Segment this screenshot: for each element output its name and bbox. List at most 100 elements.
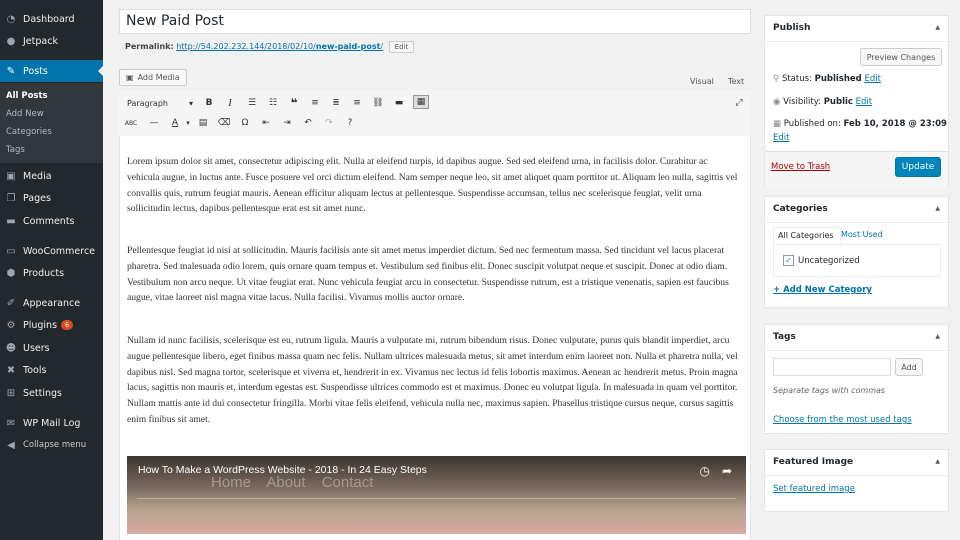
- menu-label: WooCommerce: [23, 245, 96, 257]
- status-edit-link[interactable]: Edit: [864, 74, 880, 84]
- menu-wp-mail-log[interactable]: ✉ WP Mail Log: [0, 412, 103, 434]
- video-title: How To Make a WordPress Website - 2018 -…: [138, 464, 427, 476]
- menu-label: WP Mail Log: [23, 417, 81, 429]
- tags-heading-label: Tags: [773, 332, 796, 342]
- strikethrough-icon[interactable]: ABC: [123, 116, 139, 130]
- menu-appearance[interactable]: ✐ Appearance: [0, 292, 103, 314]
- paragraph-3: Nullam id nunc facilisis, scelerisque es…: [127, 335, 738, 425]
- add-media-button[interactable]: ▣ Add Media: [119, 69, 187, 86]
- collapse-arrow-icon[interactable]: ▲: [935, 333, 940, 340]
- tags-heading[interactable]: Tags ▲: [765, 325, 948, 351]
- editor-content[interactable]: Lorem ipsum dolor sit amet, consectetur …: [119, 136, 751, 540]
- update-button[interactable]: Update: [895, 157, 941, 177]
- bulleted-list-icon[interactable]: ☰: [244, 96, 260, 110]
- submenu-all-posts[interactable]: All Posts: [6, 91, 48, 101]
- tab-all-categories[interactable]: All Categories: [773, 227, 841, 245]
- permalink-edit-button[interactable]: Edit: [388, 41, 415, 53]
- outdent-icon[interactable]: ⇤: [258, 116, 274, 130]
- preview-changes-button[interactable]: Preview Changes: [860, 48, 942, 66]
- set-featured-image-link[interactable]: Set featured image: [773, 484, 855, 494]
- format-select[interactable]: Paragraph ▾: [124, 96, 196, 110]
- permalink-slug: new-paid-post: [315, 42, 381, 51]
- numbered-list-icon[interactable]: ☷: [265, 96, 281, 110]
- category-checkbox[interactable]: ✓: [783, 255, 794, 266]
- category-list: ✓ Uncategorized: [773, 244, 941, 277]
- menu-dashboard[interactable]: ◔ Dashboard: [0, 8, 103, 30]
- toolbar-toggle-icon[interactable]: ▦: [413, 95, 429, 109]
- bold-icon[interactable]: B: [201, 96, 217, 110]
- calendar-icon: ▦: [773, 119, 782, 129]
- video-controls: ◷ ➦: [699, 464, 732, 478]
- categories-heading[interactable]: Categories ▲: [765, 197, 948, 223]
- clock-icon[interactable]: ◷: [699, 464, 709, 478]
- published-edit-link[interactable]: Edit: [773, 133, 789, 143]
- menu-users[interactable]: ☻ Users: [0, 337, 103, 359]
- clear-formatting-icon[interactable]: ⌫: [216, 116, 232, 130]
- align-left-icon[interactable]: ≡: [307, 96, 323, 110]
- permalink-label: Permalink:: [125, 42, 174, 51]
- tab-visual[interactable]: Visual: [690, 77, 714, 86]
- align-center-icon[interactable]: ≣: [328, 96, 344, 110]
- link-icon[interactable]: ⛓: [370, 96, 386, 110]
- post-title-input[interactable]: New Paid Post: [119, 9, 751, 34]
- publish-heading[interactable]: Publish ▲: [765, 16, 948, 42]
- chevron-down-icon[interactable]: ▾: [180, 116, 196, 130]
- permalink-row: Permalink: http://54.202.232.144/2018/02…: [125, 41, 415, 53]
- choose-tags-link[interactable]: Choose from the most used tags: [773, 415, 912, 425]
- menu-label: Plugins: [23, 319, 58, 331]
- featured-image-heading[interactable]: Featured Image ▲: [765, 450, 948, 476]
- menu-label: Media: [23, 170, 52, 182]
- menu-posts[interactable]: ✎ Posts: [0, 60, 103, 82]
- collapse-arrow-icon[interactable]: ▲: [935, 458, 940, 465]
- align-right-icon[interactable]: ≡: [349, 96, 365, 110]
- horizontal-line-icon[interactable]: —: [146, 116, 162, 130]
- tab-text[interactable]: Text: [728, 77, 744, 86]
- undo-icon[interactable]: ↶: [300, 116, 316, 130]
- collapse-arrow-icon[interactable]: ▲: [935, 24, 940, 31]
- italic-icon[interactable]: I: [222, 96, 238, 110]
- menu-label: Products: [23, 267, 65, 279]
- tag-input[interactable]: [773, 358, 891, 376]
- published-value: Feb 10, 2018 @ 23:09: [843, 119, 947, 129]
- categories-heading-label: Categories: [773, 204, 828, 214]
- special-character-icon[interactable]: Ω: [237, 116, 253, 130]
- published-label: Published on:: [783, 119, 841, 129]
- video-ghost-nav: Home About Contact: [211, 474, 374, 491]
- submenu-categories[interactable]: Categories: [6, 127, 52, 137]
- menu-settings[interactable]: ⊞ Settings: [0, 382, 103, 404]
- help-icon[interactable]: ?: [342, 116, 358, 130]
- chevron-down-icon: ▾: [188, 98, 193, 108]
- blockquote-icon[interactable]: ❝: [286, 96, 302, 110]
- share-icon[interactable]: ➦: [722, 464, 732, 478]
- add-tag-button[interactable]: Add: [895, 358, 923, 376]
- embedded-video[interactable]: Home About Contact How To Make a WordPre…: [127, 456, 746, 534]
- indent-icon[interactable]: ⇥: [279, 116, 295, 130]
- menu-products[interactable]: ⬢ Products: [0, 262, 103, 284]
- published-row: ▦ Published on: Feb 10, 2018 @ 23:09: [773, 119, 947, 129]
- menu-tools[interactable]: ✖ Tools: [0, 359, 103, 381]
- paste-text-icon[interactable]: ▤: [195, 116, 211, 130]
- menu-jetpack[interactable]: ● Jetpack: [0, 30, 103, 52]
- menu-label: Dashboard: [23, 13, 75, 25]
- move-to-trash-link[interactable]: Move to Trash: [771, 162, 830, 172]
- menu-collapse[interactable]: ◀ Collapse menu: [0, 434, 103, 456]
- menu-label: Users: [23, 342, 50, 354]
- menu-plugins[interactable]: ⚙ Plugins 6: [0, 314, 103, 336]
- add-new-category-link[interactable]: + Add New Category: [773, 285, 872, 295]
- menu-woocommerce[interactable]: ▭ WooCommerce: [0, 240, 103, 262]
- menu-pages[interactable]: ❐ Pages: [0, 187, 103, 209]
- submenu-tags[interactable]: Tags: [6, 145, 25, 155]
- read-more-icon[interactable]: ▬: [391, 96, 407, 110]
- menu-media[interactable]: ▣ Media: [0, 165, 103, 187]
- video-divider: [137, 498, 736, 499]
- fullscreen-icon[interactable]: ⤢: [731, 96, 747, 110]
- tab-most-used[interactable]: Most Used: [841, 230, 883, 239]
- menu-comments[interactable]: ▬ Comments: [0, 210, 103, 232]
- submenu-add-new[interactable]: Add New: [6, 109, 44, 119]
- media-icon: ▣: [126, 73, 134, 82]
- collapse-arrow-icon[interactable]: ▲: [935, 205, 940, 212]
- main-content: New Paid Post Permalink: http://54.202.2…: [103, 0, 960, 540]
- visibility-edit-link[interactable]: Edit: [856, 97, 872, 107]
- permalink-link[interactable]: http://54.202.232.144/2018/02/10/new-pai…: [176, 42, 383, 51]
- redo-icon[interactable]: ↷: [321, 116, 337, 130]
